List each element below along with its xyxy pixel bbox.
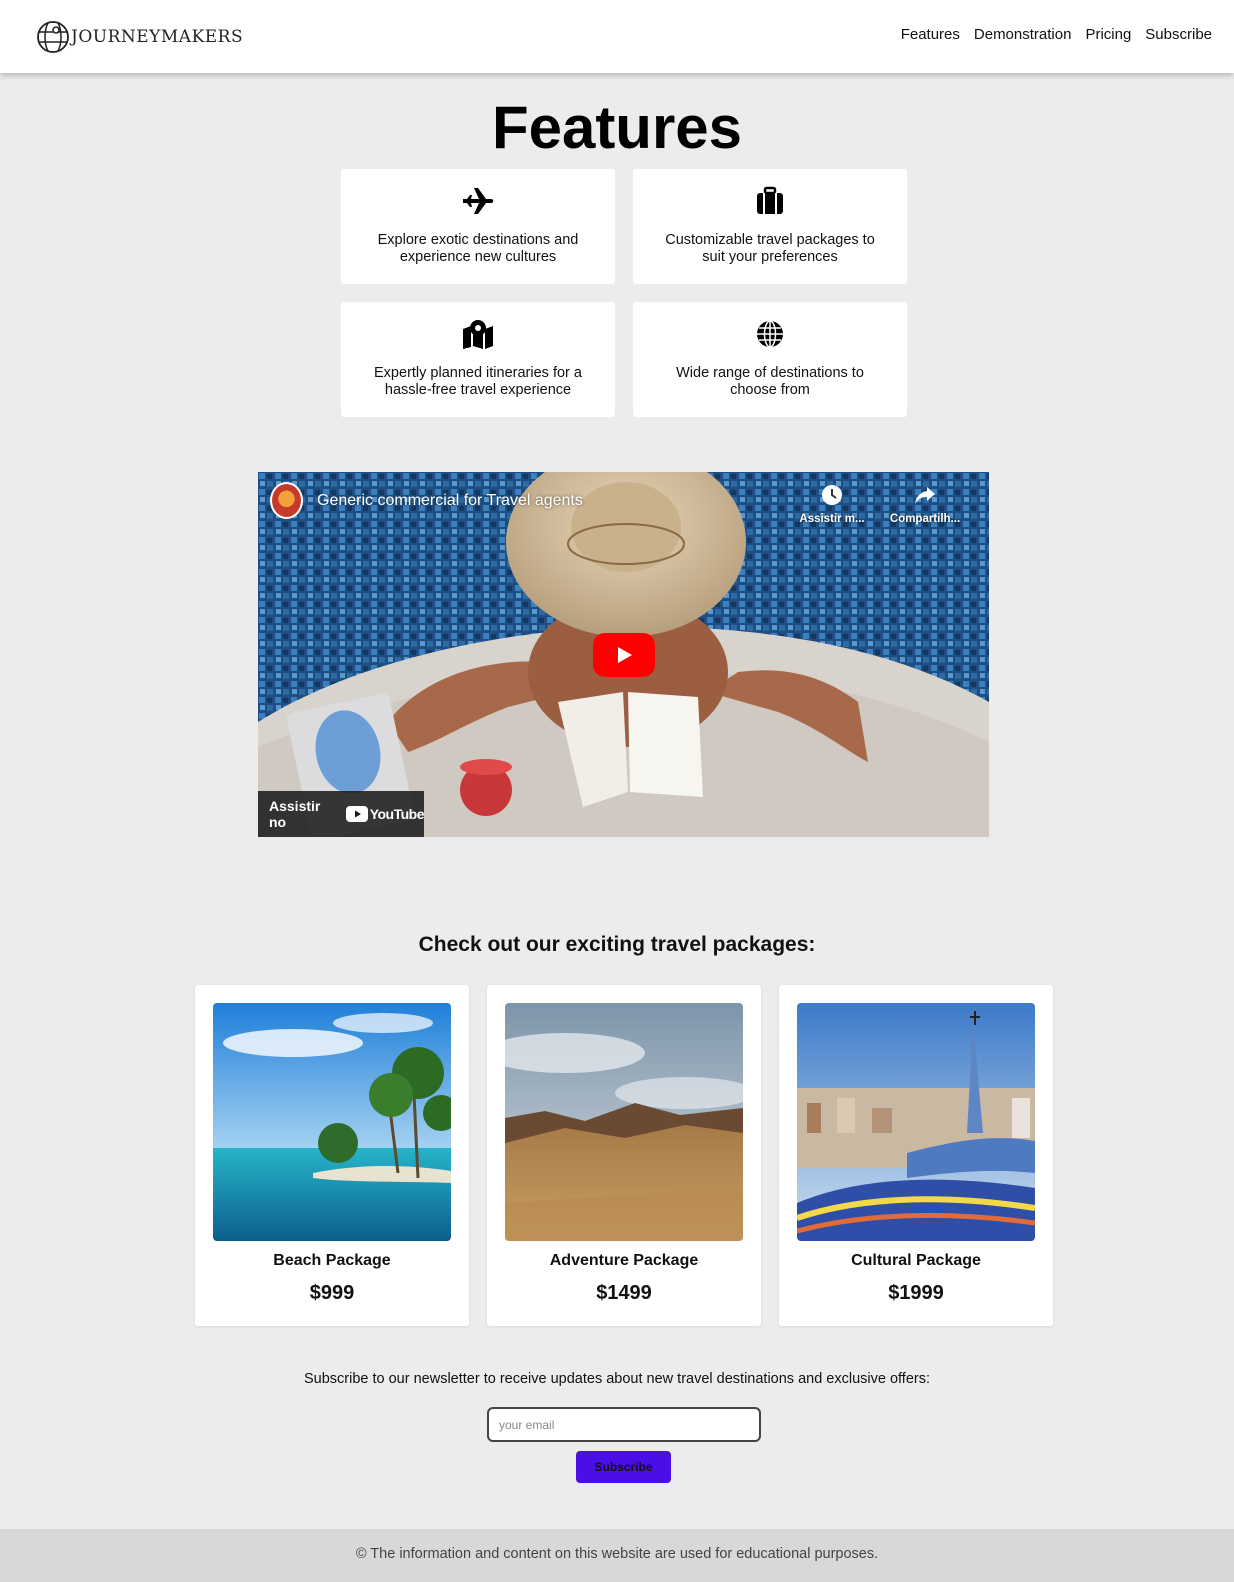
nav-subscribe[interactable]: Subscribe bbox=[1145, 26, 1212, 43]
subscribe-button[interactable]: Subscribe bbox=[576, 1451, 671, 1483]
watch-on-label: Assistir no bbox=[269, 798, 321, 830]
share-button[interactable]: Compartilh... bbox=[885, 484, 965, 525]
features-title: Features bbox=[491, 94, 743, 161]
youtube-play-icon bbox=[345, 806, 368, 822]
share-icon bbox=[915, 487, 935, 504]
globe-icon bbox=[757, 320, 783, 348]
feature-text: Explore exotic destinations and experien… bbox=[377, 232, 579, 265]
nav-demonstration[interactable]: Demonstration bbox=[974, 26, 1072, 43]
package-card-beach[interactable]: Beach Package $999 bbox=[195, 985, 469, 1326]
watch-on-youtube-button[interactable]: Assistir no YouTube bbox=[258, 791, 425, 837]
feature-card-explore: Explore exotic destinations and experien… bbox=[341, 169, 615, 284]
email-input[interactable] bbox=[487, 1407, 761, 1442]
suitcase-icon bbox=[757, 186, 783, 214]
site-footer: © The information and content on this we… bbox=[0, 1529, 1234, 1582]
feature-card-itineraries: Expertly planned itineraries for a hassl… bbox=[341, 302, 615, 417]
nav-features[interactable]: Features bbox=[901, 26, 960, 43]
clock-icon bbox=[822, 485, 842, 505]
newsletter-text: Subscribe to our newsletter to receive u… bbox=[303, 1371, 930, 1387]
feature-card-customize: Customizable travel packages to suit you… bbox=[633, 169, 907, 284]
feature-text: Expertly planned itineraries for a hassl… bbox=[374, 365, 582, 398]
package-name: Adventure Package bbox=[549, 1252, 699, 1269]
brand-logo[interactable]: JOURNEYMAKERS bbox=[36, 20, 243, 54]
package-name: Beach Package bbox=[273, 1252, 391, 1269]
youtube-logo: YouTube bbox=[345, 806, 425, 822]
cultural-image bbox=[797, 1003, 1035, 1241]
package-price: $999 bbox=[309, 1282, 355, 1304]
nav-pricing[interactable]: Pricing bbox=[1085, 26, 1131, 43]
play-icon bbox=[618, 647, 632, 663]
site-header: JOURNEYMAKERS Features Demonstration Pri… bbox=[0, 0, 1234, 73]
feature-text: Wide range of destinations to choose fro… bbox=[676, 365, 864, 398]
video-title[interactable]: Generic commercial for Travel agents bbox=[317, 492, 583, 510]
beach-image bbox=[213, 1003, 451, 1241]
feature-text: Customizable travel packages to suit you… bbox=[665, 232, 875, 265]
feature-card-destinations: Wide range of destinations to choose fro… bbox=[633, 302, 907, 417]
channel-avatar[interactable] bbox=[270, 482, 303, 519]
map-pin-icon bbox=[463, 320, 493, 349]
play-button[interactable] bbox=[593, 633, 655, 677]
share-label: Compartilh... bbox=[889, 513, 961, 525]
footer-text: © The information and content on this we… bbox=[355, 1546, 879, 1562]
adventure-image bbox=[505, 1003, 743, 1241]
package-price: $1999 bbox=[888, 1282, 944, 1304]
package-card-cultural[interactable]: Cultural Package $1999 bbox=[779, 985, 1053, 1326]
package-name: Cultural Package bbox=[851, 1252, 981, 1269]
video-title-bar: Generic commercial for Travel agents bbox=[270, 482, 583, 519]
watch-later-button[interactable]: Assistir m... bbox=[792, 484, 872, 525]
packages-heading: Check out our exciting travel packages: bbox=[418, 933, 816, 956]
package-price: $1499 bbox=[596, 1282, 652, 1304]
brand-name: JOURNEYMAKERS bbox=[71, 27, 244, 47]
watch-later-label: Assistir m... bbox=[799, 513, 865, 525]
youtube-wordmark: YouTube bbox=[369, 806, 425, 822]
video-player[interactable]: Generic commercial for Travel agents Ass… bbox=[258, 472, 989, 837]
package-card-adventure[interactable]: Adventure Package $1499 bbox=[487, 985, 761, 1326]
globe-logo-icon bbox=[37, 21, 69, 53]
main-nav: Features Demonstration Pricing Subscribe bbox=[901, 26, 1212, 43]
airplane-icon bbox=[463, 188, 494, 214]
